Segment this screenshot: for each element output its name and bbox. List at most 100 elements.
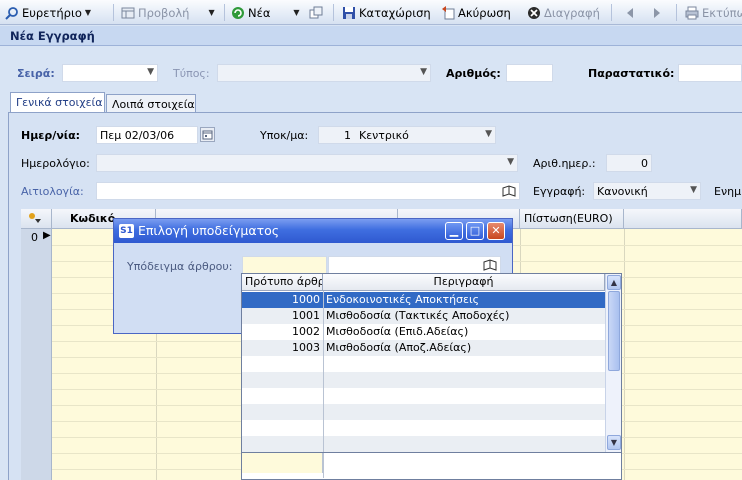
lookup-row-desc: Μισθοδοσία (Τακτικές Αποδοχές) [326, 309, 510, 322]
scroll-thumb[interactable] [608, 291, 620, 371]
chevron-down-icon: ▼ [147, 67, 154, 77]
view-icon [121, 7, 135, 18]
calendar-icon [202, 130, 213, 140]
toolbar-new-label: Νέα [248, 5, 271, 20]
chevron-up-icon: ▲ [610, 278, 618, 287]
grid-divider [624, 229, 625, 480]
template-lookup-list[interactable]: Πρότυπο άρθρ Περιγραφή 1000 Ενδοκοινοτικ… [241, 273, 622, 480]
current-row-icon: ▶ [43, 230, 51, 241]
column-header-extra[interactable] [624, 209, 742, 229]
lookup-filter-desc[interactable] [324, 453, 621, 473]
date-input[interactable]: Πεμ 02/03/06 [96, 126, 198, 144]
chevron-down-icon: ▼ [485, 129, 492, 139]
main-toolbar: Ευρετήριο ▼ Προβολή ▼ Νέα ▼ Καταχώριση Α… [0, 0, 742, 25]
lookup-row-empty [242, 404, 605, 420]
minimize-icon: ▁ [449, 224, 459, 237]
date-label: Ημερ/νία: [21, 129, 81, 142]
toolbar-print-button[interactable]: Εκτύπω [685, 3, 742, 22]
dialog-titlebar[interactable]: S1 Επιλογή υποδείγματος ▁ □ ✕ [114, 219, 512, 243]
lookup-filter-code[interactable] [242, 453, 323, 473]
seira-select[interactable]: ▼ [62, 64, 158, 82]
toolbar-next-button[interactable] [650, 3, 664, 22]
tab-general[interactable]: Γενικά στοιχεία [10, 92, 105, 113]
toolbar-cancel-label: Ακύρωση [458, 5, 511, 20]
lookup-scrollbar[interactable]: ▲ ▼ [605, 274, 621, 452]
toolbar-copy-button[interactable] [309, 3, 323, 22]
tab-other[interactable]: Λοιπά στοιχεία [106, 94, 196, 113]
calendar-button[interactable] [200, 127, 215, 142]
grid-settings-icon [29, 213, 41, 223]
toolbar-save-button[interactable]: Καταχώριση [342, 3, 431, 22]
lookup-row-code: 1000 [292, 293, 320, 306]
grid-corner[interactable] [21, 209, 52, 229]
chevron-down-icon[interactable]: ▼ [293, 8, 299, 17]
lookup-row-desc: Μισθοδοσία (Επιδ.Αδείας) [326, 325, 469, 338]
toolbar-search-label: Ευρετήριο [22, 5, 82, 20]
maximize-button[interactable]: □ [466, 222, 484, 240]
scroll-up-button[interactable]: ▲ [607, 275, 621, 290]
lookup-divider [323, 291, 324, 478]
toolbar-delete-button[interactable]: Διαγραφή [527, 3, 600, 22]
aitiologia-label: Αιτιολογία: [21, 185, 84, 198]
toolbar-print-label: Εκτύπω [702, 5, 742, 20]
template-code-input[interactable] [242, 256, 327, 274]
toolbar-search-button[interactable]: Ευρετήριο ▼ [5, 3, 91, 22]
undo-icon [442, 5, 455, 19]
toolbar-separator [224, 4, 225, 21]
book-icon[interactable] [502, 185, 516, 197]
hmerologio-select[interactable]: ▼ [96, 154, 518, 172]
lookup-row-desc: Μισθοδοσία (Αποζ.Αδείας) [326, 341, 472, 354]
typos-select[interactable]: ▼ [217, 64, 431, 82]
toolbar-view-button[interactable]: Προβολή ▼ [121, 3, 215, 22]
close-icon: ✕ [491, 224, 501, 237]
chevron-down-icon: ▼ [610, 438, 618, 447]
search-icon [5, 6, 18, 20]
arith-hmer-label: Αριθ.ημερ.: [533, 157, 596, 170]
lookup-row-code: 1002 [292, 325, 320, 338]
ypok-select[interactable]: 1 Κεντρικό ▼ [318, 126, 496, 144]
toolbar-view-label: Προβολή [138, 5, 190, 20]
eggrafi-value: Κανονική [597, 185, 648, 198]
lookup-row[interactable]: 1003 Μισθοδοσία (Αποζ.Αδείας) [242, 340, 605, 356]
toolbar-prev-button[interactable] [623, 3, 637, 22]
template-field-label: Υπόδειγμα άρθρου: [127, 260, 233, 273]
chevron-down-icon[interactable]: ▼ [208, 8, 214, 17]
toolbar-new-button[interactable]: Νέα ▼ [231, 3, 300, 22]
lookup-header-description[interactable]: Περιγραφή [323, 274, 605, 291]
aitiologia-input[interactable] [96, 182, 520, 200]
lookup-header-code[interactable]: Πρότυπο άρθρ [242, 274, 323, 291]
typos-label: Τύπος: [173, 67, 210, 80]
toolbar-delete-label: Διαγραφή [544, 5, 600, 20]
lookup-row[interactable]: 1002 Μισθοδοσία (Επιδ.Αδείας) [242, 324, 605, 340]
lookup-row-code: 1001 [292, 309, 320, 322]
lookup-row[interactable]: 1001 Μισθοδοσία (Τακτικές Αποδοχές) [242, 308, 605, 324]
lookup-row-code: 1003 [292, 341, 320, 354]
close-button[interactable]: ✕ [487, 222, 505, 240]
next-record-icon [654, 7, 660, 18]
chevron-down-icon[interactable]: ▼ [85, 8, 91, 17]
parastatiko-label: Παραστατικό: [588, 67, 675, 80]
form-title: Νέα Εγγραφή [0, 26, 742, 46]
parastatiko-input[interactable] [678, 64, 742, 82]
minimize-button[interactable]: ▁ [445, 222, 463, 240]
lookup-row-empty [242, 372, 605, 388]
chevron-down-icon: ▼ [690, 185, 697, 195]
eggrafi-label: Εγγραφή: [533, 185, 586, 198]
dialog-title: Επιλογή υποδείγματος [138, 223, 280, 238]
lookup-row[interactable]: 1000 Ενδοκοινοτικές Αποκτήσεις [242, 292, 605, 308]
toolbar-cancel-button[interactable]: Ακύρωση [441, 3, 511, 22]
arithmos-input[interactable] [506, 64, 553, 82]
book-icon[interactable] [483, 259, 497, 271]
app-badge-icon: S1 [119, 224, 134, 238]
scroll-down-button[interactable]: ▼ [607, 435, 621, 450]
template-desc-input[interactable] [328, 256, 501, 274]
toolbar-separator [676, 4, 677, 21]
ypok-code: 1 [344, 129, 351, 142]
toolbar-save-label: Καταχώριση [359, 5, 431, 20]
column-header-credit[interactable]: Πίστωση(EURO) [520, 209, 624, 229]
save-icon [343, 6, 355, 19]
toolbar-separator [611, 4, 612, 21]
eggrafi-select[interactable]: Κανονική ▼ [593, 182, 701, 200]
arith-hmer-value: 0 [606, 154, 652, 172]
grid-row-header: 0 ▶ [21, 229, 52, 480]
